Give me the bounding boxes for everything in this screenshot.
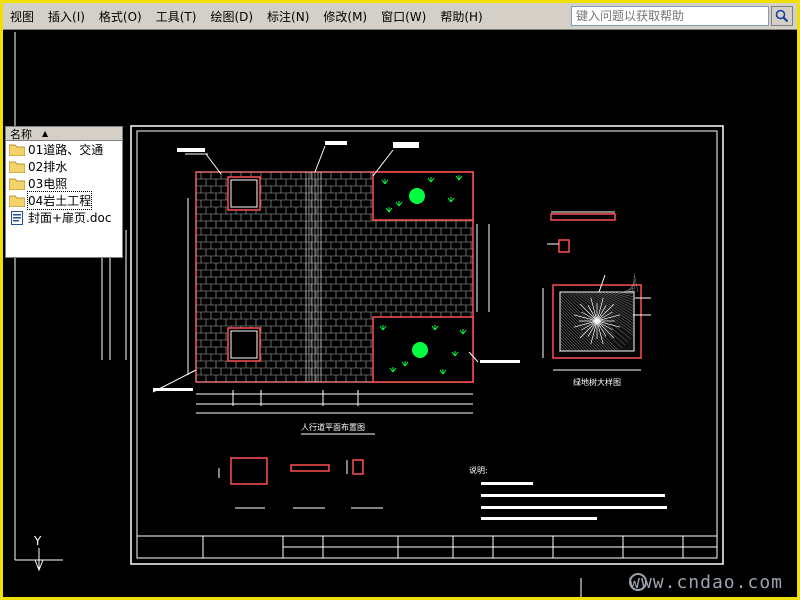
file-browser-panel: 名称 ▲ 01道路、交通 02排水 03电照 04岩土工程 封面+扉页.doc bbox=[5, 126, 123, 258]
drawing-canvas[interactable]: 人行道平面布置图 绿地树大样图 说明: Y 名称 ▲ 01道路、交通 02排水 … bbox=[3, 30, 797, 597]
cad-drawing: 人行道平面布置图 绿地树大样图 说明: Y bbox=[14, 32, 724, 597]
file-item-label: 封面+扉页.doc bbox=[28, 211, 112, 225]
file-item-geotech[interactable]: 04岩土工程 bbox=[6, 191, 122, 210]
detail-title: 绿地树大样图 bbox=[573, 377, 621, 387]
folder-icon bbox=[9, 195, 25, 207]
menu-draw[interactable]: 绘图(D) bbox=[203, 8, 260, 25]
menu-tools[interactable]: 工具(T) bbox=[149, 8, 204, 25]
file-item-label: 01道路、交通 bbox=[28, 143, 104, 157]
menu-insert[interactable]: 插入(I) bbox=[41, 8, 92, 25]
menu-modify[interactable]: 修改(M) bbox=[316, 8, 374, 25]
file-item-label: 03电照 bbox=[28, 177, 68, 191]
folder-icon bbox=[9, 161, 25, 173]
file-item-drainage[interactable]: 02排水 bbox=[6, 158, 122, 175]
menu-help[interactable]: 帮助(H) bbox=[433, 8, 489, 25]
file-item-cover-doc[interactable]: 封面+扉页.doc bbox=[6, 209, 122, 226]
file-item-lighting[interactable]: 03电照 bbox=[6, 175, 122, 192]
panel-column-header[interactable]: 名称 ▲ bbox=[6, 127, 122, 141]
axis-y-label: Y bbox=[33, 534, 42, 548]
search-icon bbox=[775, 9, 789, 23]
menu-bar: 视图 插入(I) 格式(O) 工具(T) 绘图(D) 标注(N) 修改(M) 窗… bbox=[3, 3, 797, 30]
menu-format[interactable]: 格式(O) bbox=[92, 8, 149, 25]
menu-dimension[interactable]: 标注(N) bbox=[260, 8, 316, 25]
help-search-input[interactable] bbox=[571, 6, 769, 26]
help-search-button[interactable] bbox=[771, 6, 793, 26]
notes-title: 说明: bbox=[469, 465, 488, 475]
file-item-roads[interactable]: 01道路、交通 bbox=[6, 141, 122, 158]
word-doc-icon bbox=[11, 210, 23, 225]
menu-view[interactable]: 视图 bbox=[3, 8, 41, 25]
app-window: 视图 插入(I) 格式(O) 工具(T) 绘图(D) 标注(N) 修改(M) 窗… bbox=[0, 0, 800, 600]
file-item-label: 04岩土工程 bbox=[26, 191, 93, 210]
plan-title: 人行道平面布置图 bbox=[301, 422, 365, 432]
watermark-text: www.cndao.com bbox=[629, 572, 783, 593]
menu-window[interactable]: 窗口(W) bbox=[374, 8, 433, 25]
file-item-label: 02排水 bbox=[28, 160, 68, 174]
folder-icon bbox=[9, 144, 25, 156]
sort-arrow-icon: ▲ bbox=[42, 129, 49, 138]
folder-icon bbox=[9, 178, 25, 190]
column-name-label: 名称 bbox=[10, 127, 32, 141]
